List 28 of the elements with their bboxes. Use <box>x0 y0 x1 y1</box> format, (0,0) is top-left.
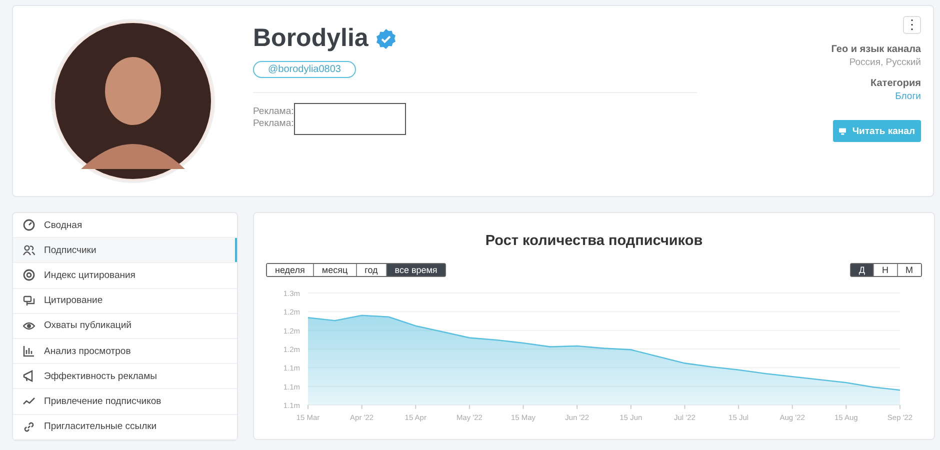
more-button[interactable]: ⋮ <box>903 16 921 34</box>
ad-label: Реклама: <box>253 118 294 129</box>
sidebar-item[interactable]: Привлечение подписчиков <box>13 389 237 414</box>
sidebar-item[interactable]: Анализ просмотров <box>13 338 237 364</box>
people-icon <box>23 244 35 256</box>
sidebar-item[interactable]: Индекс цитирования <box>13 263 237 289</box>
sidebar-item[interactable]: Подписчики <box>13 238 237 264</box>
ad-label: Реклама: <box>253 106 294 117</box>
interval-button[interactable]: М <box>896 264 921 276</box>
sidebar-item[interactable]: Пригласительные ссылки <box>13 414 237 440</box>
geo-label: Гео и язык канала <box>831 44 921 55</box>
chat-icon <box>23 294 35 307</box>
period-button[interactable]: все время <box>386 264 446 276</box>
target-icon <box>23 269 35 282</box>
sidebar-item[interactable]: Цитирование <box>13 288 237 314</box>
sidebar-item[interactable]: Эффективность рекламы <box>13 364 237 390</box>
sidebar-item[interactable]: Охваты публикаций <box>13 314 237 339</box>
chart-title: Рост количества подписчиков <box>484 233 704 249</box>
link-icon <box>23 420 35 433</box>
monitor-icon <box>839 126 846 136</box>
interval-button[interactable]: Д <box>850 264 873 276</box>
bar-chart-icon <box>23 345 35 358</box>
gauge-icon <box>23 219 35 232</box>
eye-icon <box>23 320 35 332</box>
megaphone-icon <box>23 370 35 382</box>
channel-name: Borodylia <box>253 24 368 53</box>
category-label: Категория <box>870 78 921 89</box>
geo-value: Россия, Русский <box>849 57 921 68</box>
